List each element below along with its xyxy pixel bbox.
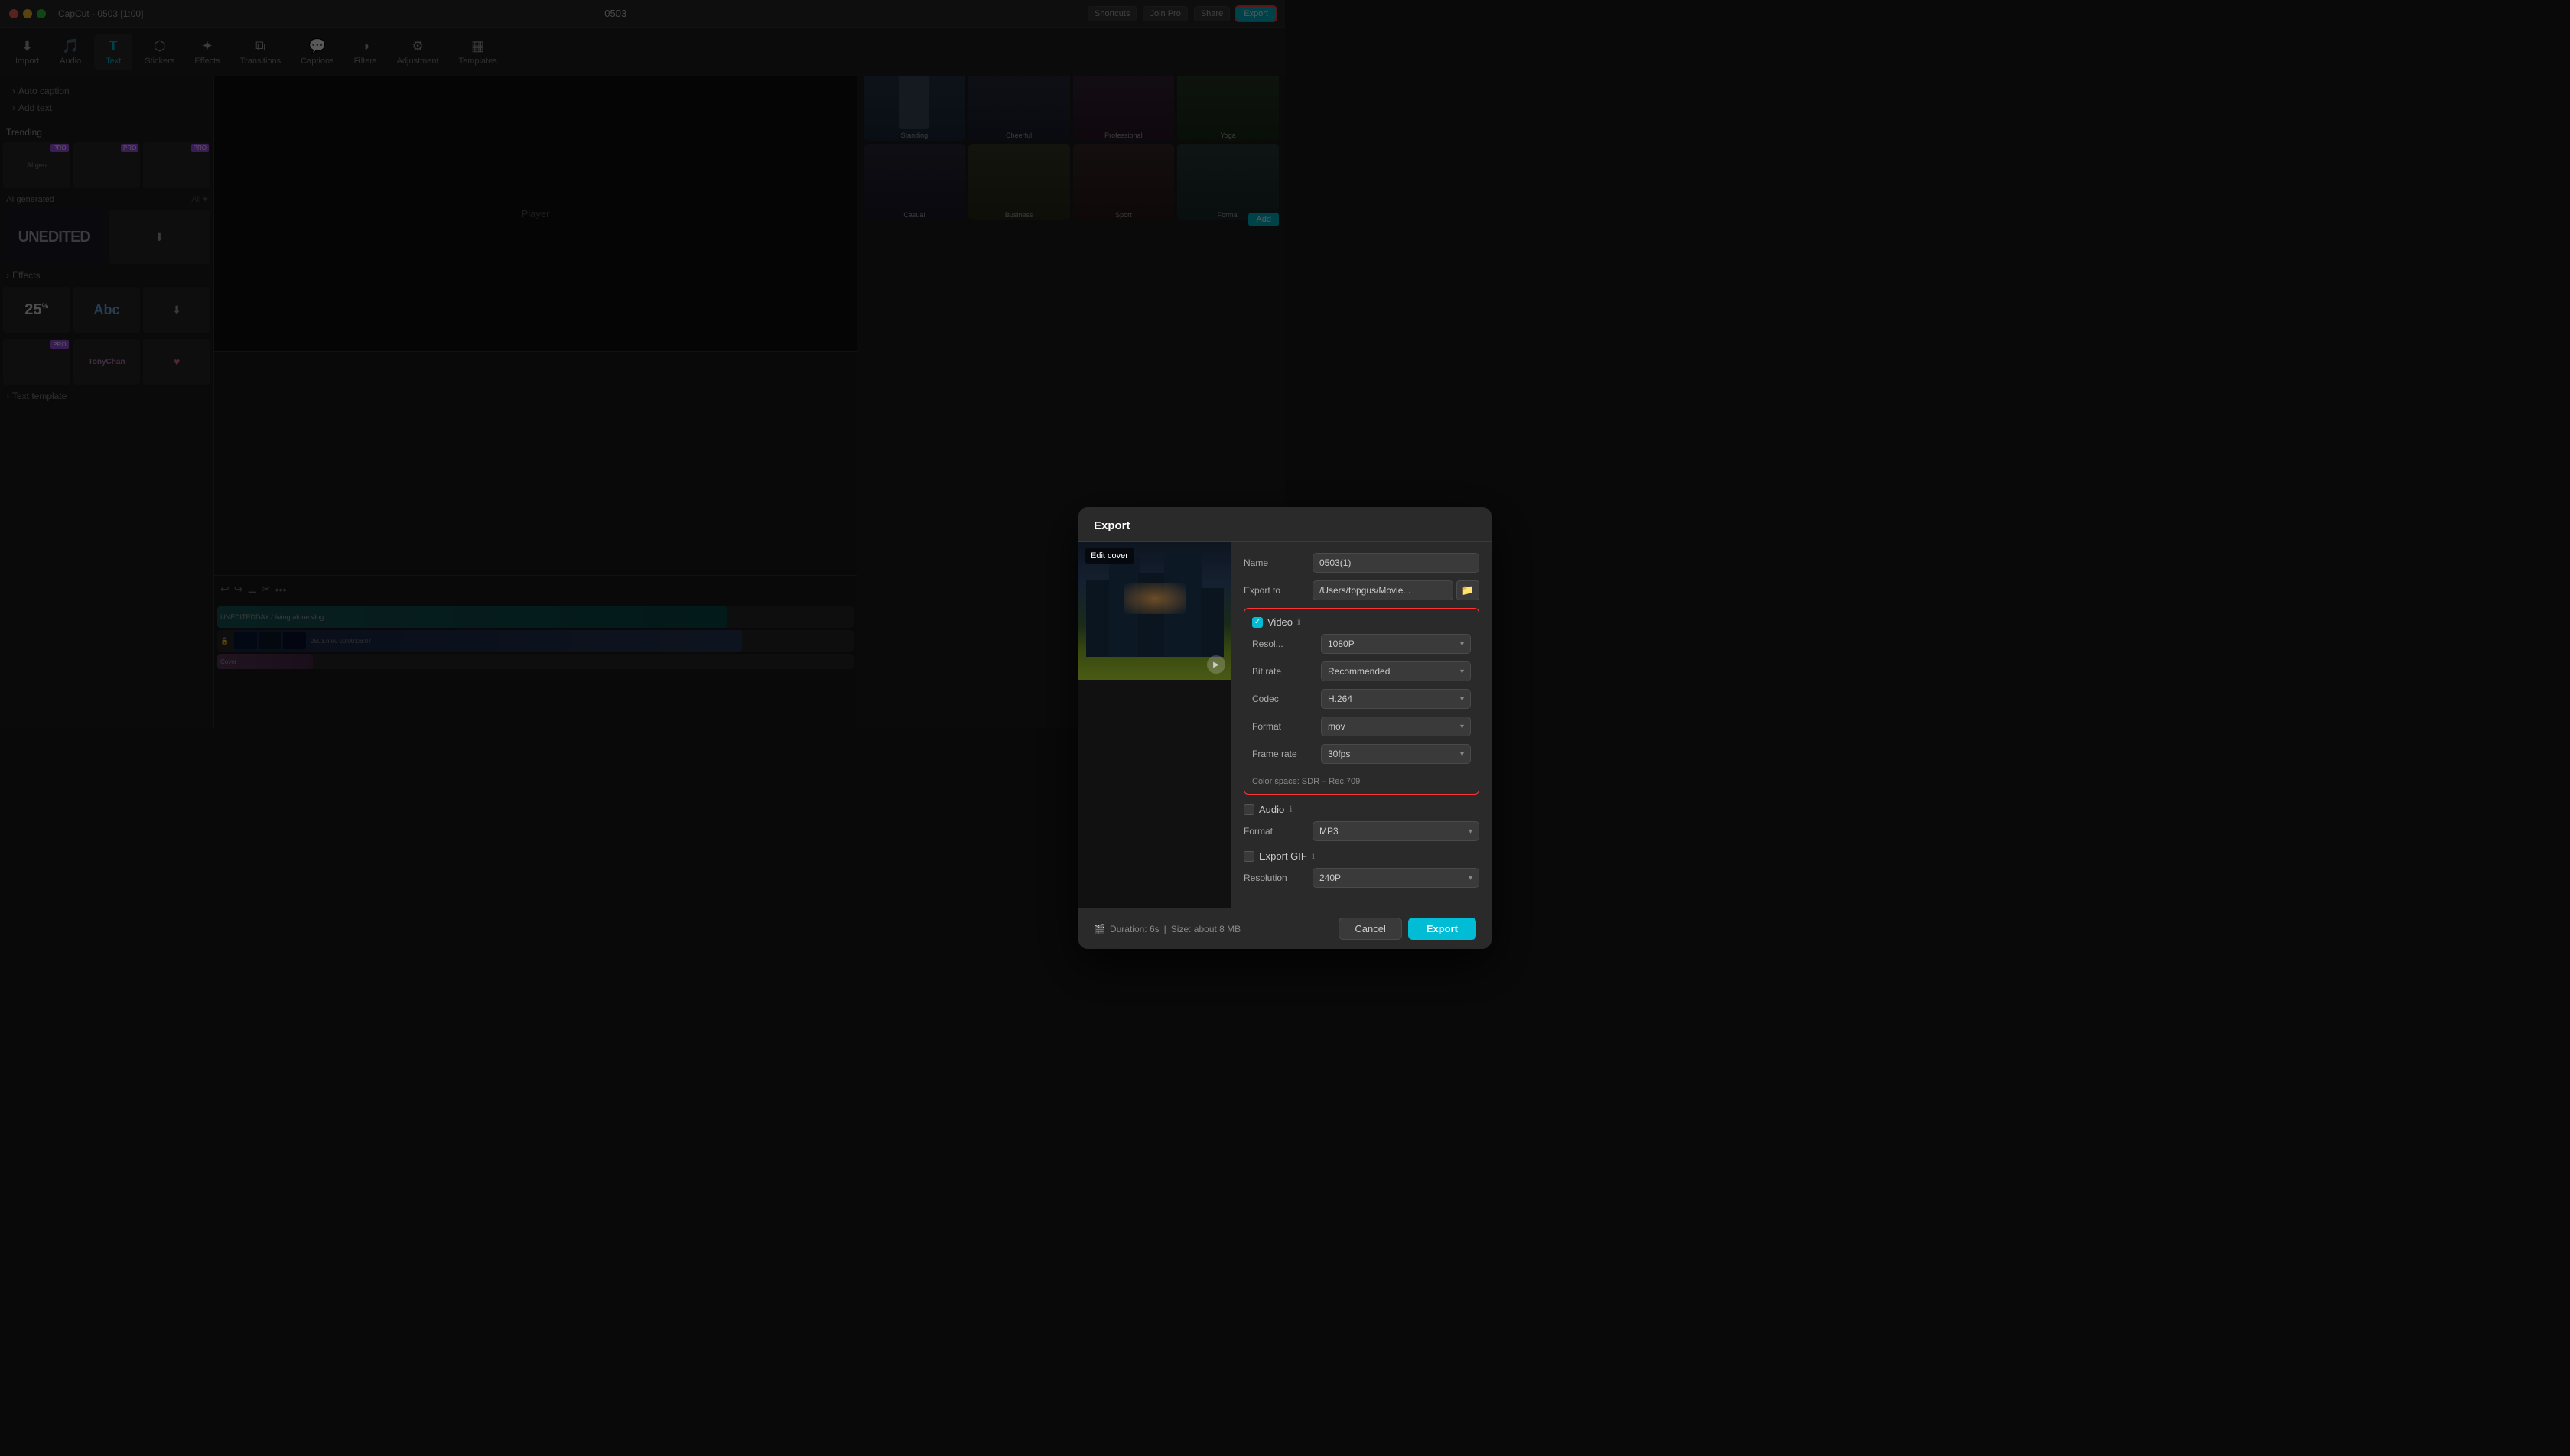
chevron-down-icon: ▾ — [1460, 640, 1464, 648]
video-section-header: ✓ Video ℹ — [1252, 616, 1471, 628]
audio-checkbox[interactable] — [1244, 804, 1254, 815]
export-to-select[interactable]: /Users/topgus/Movie... — [1313, 580, 1453, 600]
duration-label: Duration: 6s — [1110, 924, 1160, 934]
video-label: Video — [1267, 616, 1293, 628]
format-row: Format mov ▾ — [1252, 717, 1471, 736]
resolution-row: Resol... 1080P ▾ — [1252, 634, 1471, 654]
gif-section-header: Export GIF ℹ — [1244, 850, 1479, 862]
overlay: Export Edit cover ▶ — [0, 0, 2570, 1456]
preview-image: Edit cover ▶ — [1078, 542, 1231, 680]
cancel-button[interactable]: Cancel — [1339, 918, 1401, 940]
export-to-row: Export to /Users/topgus/Movie... 📁 — [1244, 580, 1479, 600]
export-to-label: Export to — [1244, 585, 1313, 596]
framerate-select[interactable]: 30fps ▾ — [1321, 744, 1471, 764]
video-section: ✓ Video ℹ Resol... 1080P ▾ Bit r — [1244, 608, 1479, 795]
chevron-down-icon: ▾ — [1460, 723, 1464, 731]
export-dialog: Export Edit cover ▶ — [1078, 507, 1492, 949]
audio-format-row: Format MP3 ▾ — [1244, 821, 1479, 841]
color-space-text: Color space: SDR – Rec.709 — [1252, 772, 1471, 786]
dialog-body: Edit cover ▶ Name Export to /Users/topgu… — [1078, 542, 1492, 908]
gif-resolution-select[interactable]: 240P ▾ — [1313, 868, 1479, 888]
codec-select[interactable]: H.264 ▾ — [1321, 689, 1471, 709]
dialog-settings: Name Export to /Users/topgus/Movie... 📁 … — [1231, 542, 1492, 908]
name-row: Name — [1244, 553, 1479, 573]
audio-section-header: Audio ℹ — [1244, 804, 1479, 815]
name-label: Name — [1244, 557, 1313, 568]
gif-resolution-label: Resolution — [1244, 873, 1313, 883]
edit-cover-button[interactable]: Edit cover — [1085, 548, 1134, 564]
audio-format-label: Format — [1244, 826, 1313, 837]
audio-info-icon: ℹ — [1289, 804, 1292, 814]
gif-label: Export GIF — [1259, 850, 1307, 862]
separator: | — [1164, 924, 1166, 934]
audio-section: Audio ℹ Format MP3 ▾ — [1244, 804, 1479, 841]
dialog-preview: Edit cover ▶ — [1078, 542, 1231, 908]
film-icon: 🎬 — [1094, 924, 1105, 934]
chevron-down-icon: ▾ — [1460, 668, 1464, 676]
format-label: Format — [1252, 721, 1321, 732]
bitrate-row: Bit rate Recommended ▾ — [1252, 661, 1471, 681]
size-label: Size: about 8 MB — [1171, 924, 1241, 934]
framerate-row: Frame rate 30fps ▾ — [1252, 744, 1471, 764]
chevron-down-icon: ▾ — [1460, 695, 1464, 704]
gif-checkbox[interactable] — [1244, 851, 1254, 862]
folder-button[interactable]: 📁 — [1456, 580, 1479, 600]
footer-info: 🎬 Duration: 6s | Size: about 8 MB — [1094, 924, 1241, 934]
gif-resolution-row: Resolution 240P ▾ — [1244, 868, 1479, 888]
audio-label: Audio — [1259, 804, 1284, 815]
video-info-icon: ℹ — [1297, 617, 1300, 627]
resolution-label: Resol... — [1252, 639, 1321, 649]
video-checkbox[interactable]: ✓ — [1252, 617, 1263, 628]
play-button[interactable]: ▶ — [1207, 655, 1225, 674]
resolution-select[interactable]: 1080P ▾ — [1321, 634, 1471, 654]
dialog-footer: 🎬 Duration: 6s | Size: about 8 MB Cancel… — [1078, 908, 1492, 949]
chevron-down-icon: ▾ — [1469, 874, 1472, 882]
footer-buttons: Cancel Export — [1339, 918, 1476, 940]
gif-section: Export GIF ℹ Resolution 240P ▾ — [1244, 850, 1479, 888]
gif-info-icon: ℹ — [1312, 851, 1315, 861]
dialog-title: Export — [1078, 507, 1492, 542]
framerate-label: Frame rate — [1252, 749, 1321, 759]
audio-format-select[interactable]: MP3 ▾ — [1313, 821, 1479, 841]
chevron-down-icon: ▾ — [1460, 750, 1464, 759]
codec-row: Codec H.264 ▾ — [1252, 689, 1471, 709]
bitrate-label: Bit rate — [1252, 666, 1321, 677]
codec-label: Codec — [1252, 694, 1321, 704]
name-input[interactable] — [1313, 553, 1479, 573]
chevron-down-icon: ▾ — [1469, 827, 1472, 836]
bitrate-select[interactable]: Recommended ▾ — [1321, 661, 1471, 681]
format-select[interactable]: mov ▾ — [1321, 717, 1471, 736]
export-confirm-button[interactable]: Export — [1408, 918, 1476, 940]
